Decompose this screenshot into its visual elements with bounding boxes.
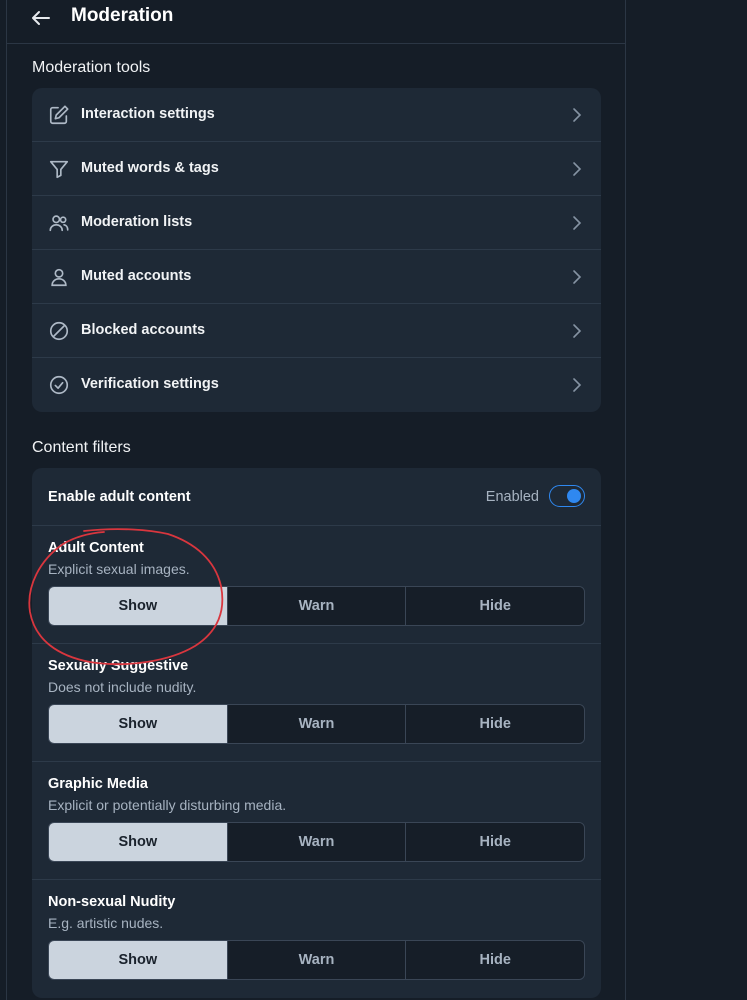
show-option[interactable]: Show xyxy=(49,705,227,743)
adult-content-switch[interactable] xyxy=(549,485,585,507)
header: Moderation xyxy=(7,0,625,44)
warn-option[interactable]: Warn xyxy=(226,587,406,625)
verification-settings-item[interactable]: Verification settings xyxy=(32,358,601,412)
adult-content-toggle-row: Enable adult content Enabled xyxy=(32,468,601,526)
filter-name: Graphic Media xyxy=(48,776,148,792)
muted-words-item[interactable]: Muted words & tags xyxy=(32,142,601,196)
chevron-right-icon xyxy=(573,270,582,284)
warn-option[interactable]: Warn xyxy=(226,941,406,979)
item-label: Interaction settings xyxy=(81,106,215,122)
show-option[interactable]: Show xyxy=(49,941,227,979)
filter-segmented-control: Show Warn Hide xyxy=(48,704,585,744)
item-label: Muted words & tags xyxy=(81,160,219,176)
hide-option[interactable]: Hide xyxy=(405,587,584,625)
interaction-settings-item[interactable]: Interaction settings xyxy=(32,88,601,142)
show-option[interactable]: Show xyxy=(49,823,227,861)
filter-name: Non-sexual Nudity xyxy=(48,894,176,910)
content-filters-heading: Content filters xyxy=(32,439,131,456)
check-circle-icon xyxy=(49,375,69,395)
arrow-left-icon[interactable] xyxy=(29,6,53,30)
filter-segmented-control: Show Warn Hide xyxy=(48,940,585,980)
users-icon xyxy=(49,215,69,232)
filter-description: Does not include nudity. xyxy=(48,679,197,695)
content-filters-card: Enable adult content Enabled Adult Conte… xyxy=(32,468,601,998)
adult-content-state: Enabled xyxy=(485,489,539,505)
filter-adult-content: Adult Content Explicit sexual images. Sh… xyxy=(32,526,601,644)
filter-sexually-suggestive: Sexually Suggestive Does not include nud… xyxy=(32,644,601,762)
chevron-right-icon xyxy=(573,162,582,176)
filter-description: Explicit or potentially disturbing media… xyxy=(48,797,287,813)
item-label: Blocked accounts xyxy=(81,322,206,338)
warn-option[interactable]: Warn xyxy=(226,823,406,861)
filter-description: Explicit sexual images. xyxy=(48,561,190,577)
chevron-right-icon xyxy=(573,324,582,338)
filter-non-sexual-nudity: Non-sexual Nudity E.g. artistic nudes. S… xyxy=(32,880,601,998)
hide-option[interactable]: Hide xyxy=(405,705,584,743)
show-option[interactable]: Show xyxy=(49,587,227,625)
moderation-tools-list: Interaction settings Muted words & tags … xyxy=(32,88,601,412)
filter-segmented-control: Show Warn Hide xyxy=(48,586,585,626)
filter-graphic-media: Graphic Media Explicit or potentially di… xyxy=(32,762,601,880)
filter-icon xyxy=(49,160,69,179)
filter-segmented-control: Show Warn Hide xyxy=(48,822,585,862)
item-label: Verification settings xyxy=(81,376,219,392)
adult-content-toggle-label: Enable adult content xyxy=(48,489,191,505)
moderation-panel: Moderation Moderation tools Interaction … xyxy=(6,0,626,1000)
hide-option[interactable]: Hide xyxy=(405,823,584,861)
block-icon xyxy=(49,321,69,341)
switch-knob xyxy=(567,488,581,503)
blocked-accounts-item[interactable]: Blocked accounts xyxy=(32,304,601,358)
chevron-right-icon xyxy=(573,216,582,230)
item-label: Moderation lists xyxy=(81,214,193,230)
page-title: Moderation xyxy=(71,5,174,26)
hide-option[interactable]: Hide xyxy=(405,941,584,979)
item-label: Muted accounts xyxy=(81,268,192,284)
chevron-right-icon xyxy=(573,378,582,392)
person-icon xyxy=(51,268,67,287)
muted-accounts-item[interactable]: Muted accounts xyxy=(32,250,601,304)
filter-name: Sexually Suggestive xyxy=(48,658,189,674)
filter-description: E.g. artistic nudes. xyxy=(48,915,164,931)
edit-icon xyxy=(49,105,69,125)
moderation-tools-heading: Moderation tools xyxy=(32,59,151,76)
warn-option[interactable]: Warn xyxy=(226,705,406,743)
filter-name: Adult Content xyxy=(48,540,144,556)
chevron-right-icon xyxy=(573,108,582,122)
moderation-lists-item[interactable]: Moderation lists xyxy=(32,196,601,250)
